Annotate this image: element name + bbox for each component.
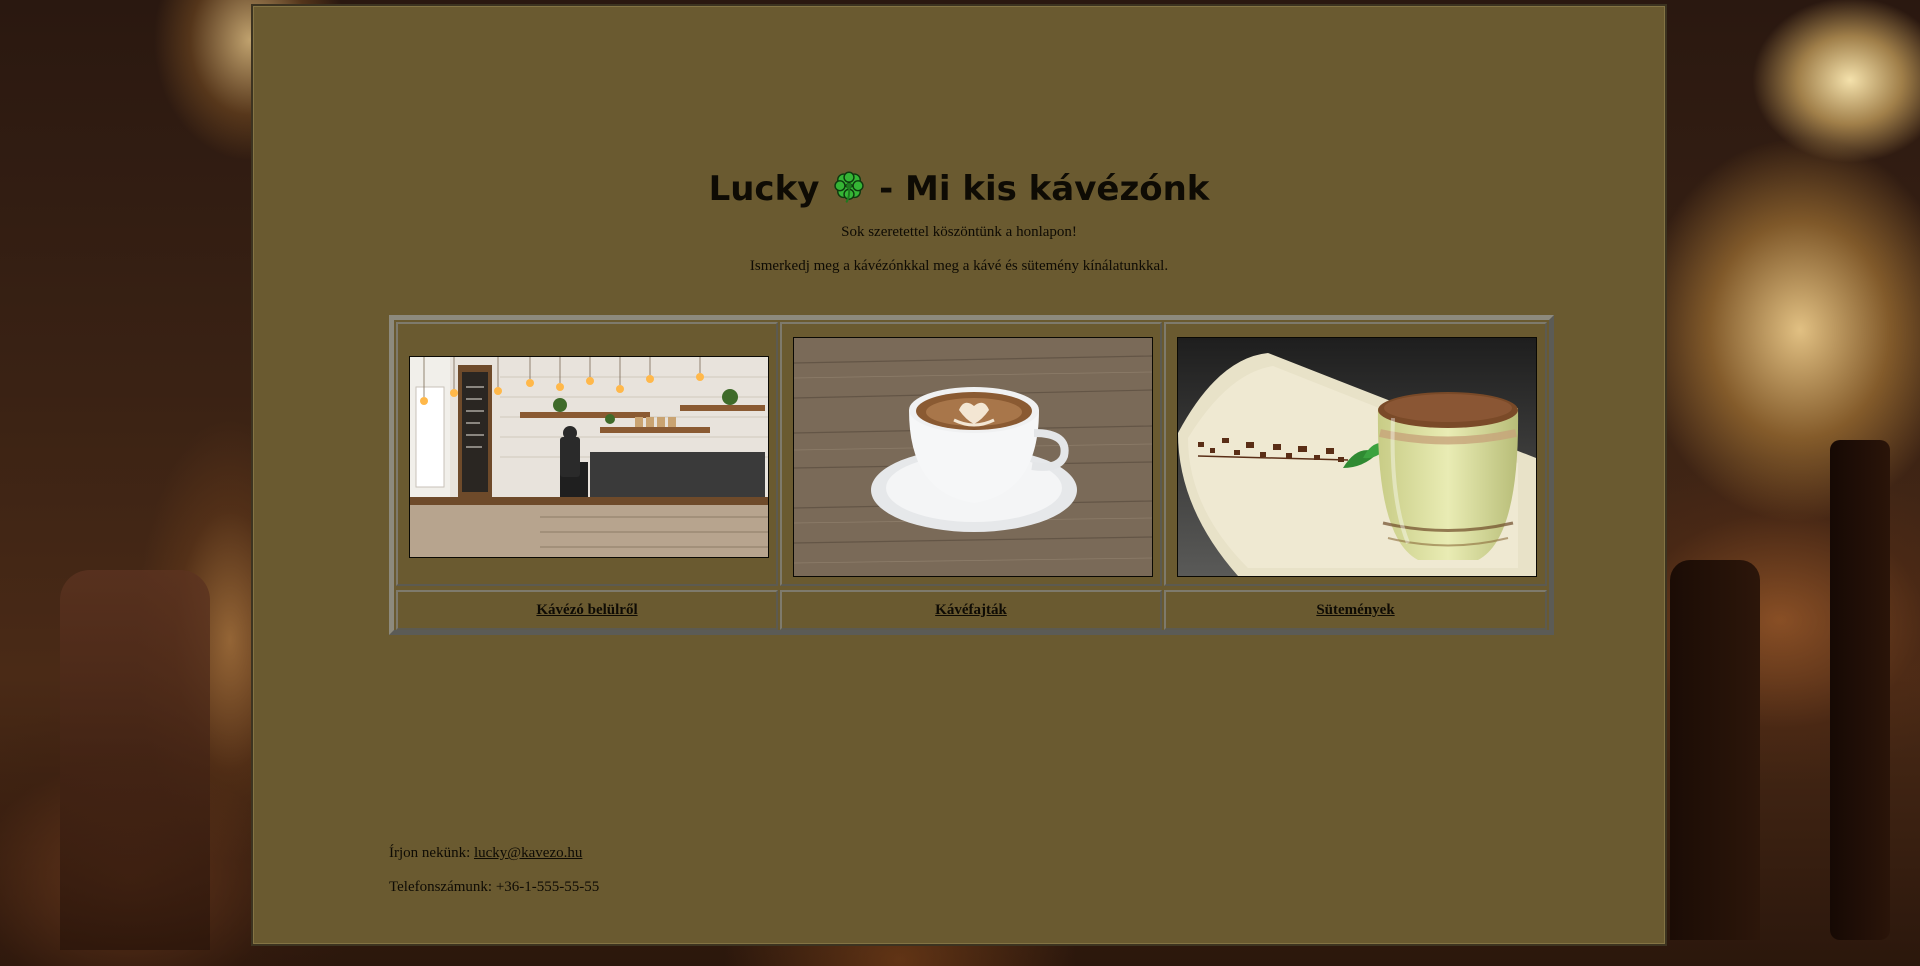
cafe-interior-link[interactable]: Kávézó belülről [536, 602, 637, 618]
page-title: Lucky - Mi kis kávézónk [253, 167, 1665, 211]
gallery-image-cell [780, 322, 1162, 586]
four-leaf-clover-icon [834, 171, 864, 203]
gallery-link-cell: Sütemények [1164, 590, 1547, 630]
phone-line: Telefonszámunk: +36-1-555-55-55 [389, 877, 599, 897]
coffee-types-link[interactable]: Kávéfajták [935, 602, 1007, 618]
title-subtitle: - Mi kis kávézónk [879, 169, 1210, 209]
cafe-interior-photo[interactable] [409, 356, 769, 558]
background-chair [1670, 560, 1760, 940]
content-panel: Lucky - Mi kis kávézónk Sok szeretettel … [251, 4, 1667, 946]
invitation-text: Ismerkedj meg a kávézónkkal meg a kávé é… [749, 258, 1169, 274]
greeting-text: Sok szeretettel köszöntünk a honlapon! [841, 224, 1077, 240]
gallery-link-cell: Kávézó belülről [396, 590, 778, 630]
phone-number: +36-1-555-55-55 [495, 879, 600, 895]
background-chair [1830, 440, 1890, 940]
email-link[interactable]: lucky@kavezo.hu [474, 845, 582, 861]
gallery-table: Kávézó belülről Kávéfajták Sütemények [389, 315, 1554, 635]
contact-footer: Írjon nekünk: lucky@kavezo.hu Telefonszá… [389, 843, 599, 897]
latte-cup-photo[interactable] [793, 337, 1153, 577]
title-brand: Lucky [708, 169, 820, 209]
email-label: Írjon nekünk: [389, 845, 471, 861]
header: Lucky - Mi kis kávézónk Sok szeretettel … [253, 167, 1665, 276]
email-line: Írjon nekünk: lucky@kavezo.hu [389, 843, 599, 863]
gallery-image-cell [396, 322, 778, 586]
desserts-link[interactable]: Sütemények [1316, 602, 1394, 618]
gallery-image-cell [1164, 322, 1547, 586]
phone-label: Telefonszámunk: [389, 879, 493, 895]
tiramisu-dessert-photo[interactable] [1177, 337, 1537, 577]
background-armchair [60, 570, 210, 950]
gallery-link-cell: Kávéfajták [780, 590, 1162, 630]
